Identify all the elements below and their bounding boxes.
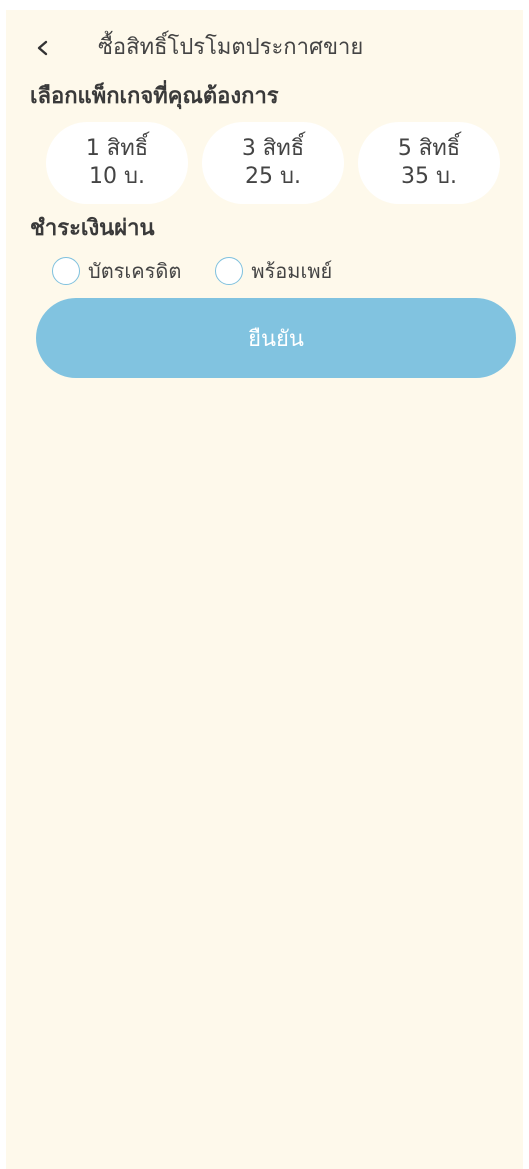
payment-method-group: บัตรเครดิต พร้อมเพย์ [52,254,366,288]
payment-option-label: บัตรเครดิต [88,259,182,283]
header-bar: ซื้อสิทธิ์โปรโมตประกาศขาย [6,28,523,68]
payment-section-title: ชำระเงินผ่าน [30,216,155,241]
package-price: 35 บ. [401,164,457,189]
package-price: 10 บ. [89,164,145,189]
payment-option-label: พร้อมเพย์ [251,259,333,283]
back-button[interactable] [28,28,56,68]
package-rights: 5 สิทธิ์ [397,136,461,161]
radio-button[interactable] [215,257,244,285]
package-option-1[interactable]: 1 สิทธิ์ 10 บ. [46,122,188,204]
chevron-left-icon [37,40,48,56]
app-screen: ซื้อสิทธิ์โปรโมตประกาศขาย เลือกแพ็กเกจที… [6,10,523,1169]
package-options: 1 สิทธิ์ 10 บ. 3 สิทธิ์ 25 บ. 5 สิทธิ์ 3… [46,122,501,204]
radio-button[interactable] [52,257,80,285]
payment-option-promptpay[interactable]: พร้อมเพย์ [215,255,332,287]
package-price: 25 บ. [245,164,301,189]
payment-option-credit-card[interactable]: บัตรเครดิต [52,255,181,287]
package-option-5[interactable]: 5 สิทธิ์ 35 บ. [358,122,500,204]
package-rights: 1 สิทธิ์ [85,136,149,161]
package-rights: 3 สิทธิ์ [241,136,305,161]
package-option-3[interactable]: 3 สิทธิ์ 25 บ. [202,122,344,204]
confirm-button-label: ยืนยัน [248,326,304,352]
confirm-button[interactable]: ยืนยัน [36,298,516,378]
page-title: ซื้อสิทธิ์โปรโมตประกาศขาย [98,35,364,60]
package-section-title: เลือกแพ็กเกจที่คุณต้องการ [30,84,279,109]
